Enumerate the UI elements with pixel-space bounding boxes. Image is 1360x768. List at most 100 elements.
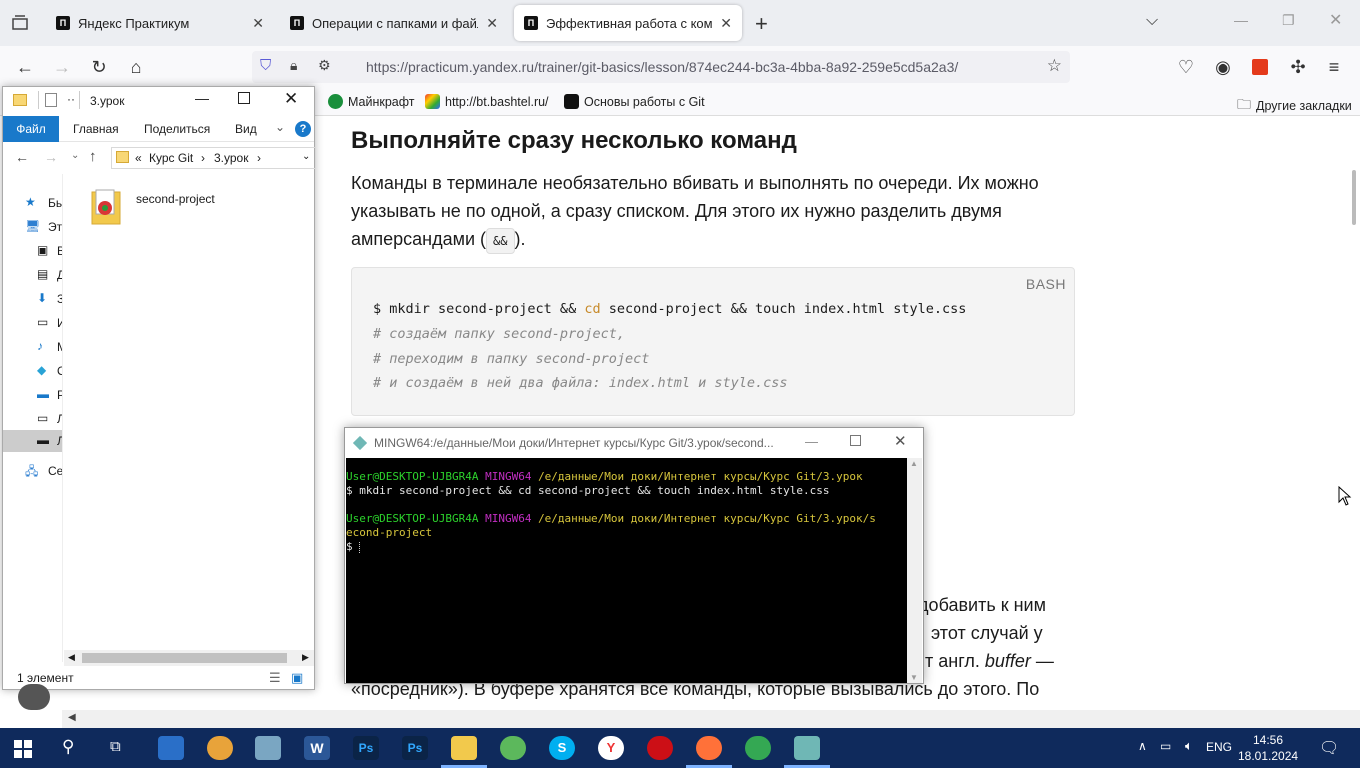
path-segment-3-urok[interactable]: 3.урок bbox=[214, 151, 248, 165]
close-tab-icon[interactable]: ✕ bbox=[252, 15, 264, 32]
other-bookmarks[interactable]: 🗀 Другие закладки bbox=[1237, 94, 1352, 118]
nav-label[interactable]: Л bbox=[57, 412, 62, 426]
scroll-left-icon[interactable]: ◀ bbox=[68, 652, 75, 663]
folder-item-second-project[interactable]: second-project bbox=[86, 186, 286, 228]
task-view-icon[interactable]: ⧉ bbox=[110, 738, 121, 755]
scroll-up-icon[interactable]: ▲ bbox=[910, 459, 918, 468]
scroll-down-icon[interactable]: ▼ bbox=[910, 673, 918, 682]
maximize-icon[interactable] bbox=[850, 435, 861, 446]
photoshop-icon-2[interactable]: Ps bbox=[402, 736, 428, 760]
video-icon[interactable]: ▣ bbox=[37, 243, 57, 259]
ribbon-home-tab[interactable]: Главная bbox=[73, 122, 119, 136]
menu-icon[interactable]: ≡ bbox=[1322, 55, 1346, 79]
minimize-icon[interactable]: — bbox=[1234, 12, 1248, 28]
bookmark-minecraft[interactable]: Майнкрафт bbox=[328, 94, 415, 109]
bookmark-star-icon[interactable]: ☆ bbox=[1047, 56, 1062, 76]
shield-icon[interactable]: ⛉ bbox=[260, 57, 271, 74]
skype-icon[interactable]: S bbox=[549, 736, 575, 760]
path-overflow[interactable]: « bbox=[135, 151, 142, 165]
extension-icon[interactable] bbox=[1252, 59, 1268, 75]
help-icon[interactable]: ? bbox=[295, 121, 311, 137]
3d-objects-icon[interactable]: ◆ bbox=[37, 363, 57, 379]
ribbon-view-tab[interactable]: Вид bbox=[235, 122, 257, 136]
nav-label[interactable]: Л bbox=[57, 434, 62, 448]
close-icon[interactable]: ✕ bbox=[284, 89, 298, 109]
tab-folders-files[interactable]: П Операции с папками и файлами ✕ bbox=[280, 5, 508, 41]
scroll-thumb[interactable] bbox=[82, 653, 287, 663]
file-explorer-icon[interactable] bbox=[451, 736, 477, 760]
nav-label[interactable]: М bbox=[57, 340, 62, 354]
chevron-down-icon[interactable]: ⌵ bbox=[1146, 12, 1158, 30]
close-window-icon[interactable]: ✕ bbox=[1329, 10, 1342, 30]
quick-access-star-icon[interactable]: ★ bbox=[25, 195, 45, 211]
nav-label[interactable]: Бь bbox=[48, 196, 62, 210]
quick-access-more-icon[interactable]: ·· bbox=[67, 92, 75, 106]
ribbon-file-tab[interactable]: Файл bbox=[3, 116, 59, 142]
horizontal-scrollbar[interactable]: ◀ bbox=[62, 710, 1360, 728]
address-bar[interactable]: « Курс Git › 3.урок › ⌄ bbox=[111, 147, 316, 169]
terminal-input-line[interactable]: $ bbox=[346, 540, 907, 554]
language-indicator[interactable]: ENG bbox=[1206, 740, 1232, 754]
nav-label[interactable]: В bbox=[57, 244, 62, 258]
ribbon-share-tab[interactable]: Поделиться bbox=[144, 122, 210, 136]
account-icon[interactable]: ◉ bbox=[1211, 55, 1235, 79]
home-icon[interactable]: ⌂ bbox=[124, 55, 148, 79]
chrome-like-app-icon[interactable] bbox=[207, 736, 233, 760]
drive-icon[interactable]: ▬ bbox=[37, 433, 57, 449]
clock[interactable]: 14:56 18.01.2024 bbox=[1238, 732, 1298, 764]
nav-label[interactable]: Д bbox=[57, 268, 62, 282]
pictures-icon[interactable]: ▭ bbox=[37, 315, 57, 331]
yandex-browser-icon[interactable]: Y bbox=[598, 736, 624, 760]
minimize-icon[interactable]: — bbox=[195, 90, 209, 106]
details-view-icon[interactable]: ☰ bbox=[269, 670, 281, 686]
minimize-icon[interactable]: — bbox=[805, 434, 818, 449]
documents-icon[interactable]: ▤ bbox=[37, 267, 57, 283]
volume-icon[interactable]: 🔈︎ bbox=[1185, 738, 1193, 754]
opera-icon[interactable] bbox=[647, 736, 673, 760]
nav-label[interactable]: Се bbox=[48, 464, 62, 478]
notifications-icon[interactable]: 🗨︎ bbox=[1319, 738, 1339, 758]
word-icon[interactable]: W bbox=[304, 736, 330, 760]
network-icon[interactable]: ▭ bbox=[1160, 739, 1171, 753]
nav-label[interactable]: Эт bbox=[48, 220, 62, 234]
git-bash-icon[interactable] bbox=[794, 736, 820, 760]
path-segment-kurs-git[interactable]: Курс Git bbox=[149, 151, 193, 165]
scroll-left-icon[interactable]: ◀ bbox=[68, 712, 76, 723]
nav-label[interactable]: И bbox=[57, 316, 62, 330]
terminal-scrollbar[interactable]: ▲ ▼ bbox=[907, 458, 922, 683]
new-tab-icon[interactable]: + bbox=[755, 11, 768, 37]
calculator-icon[interactable] bbox=[158, 736, 184, 760]
maximize-icon[interactable] bbox=[238, 92, 250, 104]
explorer-hscrollbar[interactable]: ◀ ▶ bbox=[64, 650, 314, 666]
photoshop-icon[interactable]: Ps bbox=[353, 736, 379, 760]
back-arrow-icon[interactable]: ← bbox=[15, 149, 29, 165]
properties-icon[interactable] bbox=[45, 93, 57, 107]
bookmark-git-basics[interactable]: Основы работы с Git bbox=[564, 94, 705, 109]
permissions-icon[interactable]: ⚙ bbox=[318, 57, 331, 74]
firefox-icon[interactable] bbox=[696, 736, 722, 760]
nav-label[interactable]: З bbox=[57, 292, 62, 306]
close-tab-icon[interactable]: ✕ bbox=[486, 15, 498, 32]
scroll-right-icon[interactable]: ▶ bbox=[302, 652, 309, 663]
tab-yandex-praktikum[interactable]: П Яндекс Практикум ✕ bbox=[46, 5, 274, 41]
close-tab-icon[interactable]: ✕ bbox=[720, 15, 732, 32]
pocket-icon[interactable]: ♡ bbox=[1174, 55, 1198, 79]
up-arrow-icon[interactable]: ↑ bbox=[89, 148, 97, 165]
maximize-icon[interactable]: ❐ bbox=[1282, 12, 1295, 29]
bookmark-bashtel[interactable]: http://bt.bashtel.ru/ bbox=[425, 94, 549, 109]
this-pc-icon[interactable]: 🖥︎ bbox=[25, 219, 45, 235]
nav-label[interactable]: О bbox=[57, 364, 62, 378]
local-disk-icon[interactable]: ▭ bbox=[37, 411, 57, 427]
music-icon[interactable]: ♪ bbox=[37, 339, 57, 355]
url-text[interactable]: https://practicum.yandex.ru/trainer/git-… bbox=[366, 59, 958, 75]
forward-arrow-icon[interactable]: → bbox=[44, 149, 58, 165]
lock-icon[interactable]: 🔒︎ bbox=[290, 57, 297, 74]
desktop-icon[interactable]: ▬ bbox=[37, 387, 57, 403]
recent-locations-icon[interactable]: ⌄ bbox=[71, 150, 79, 161]
chrome-icon[interactable] bbox=[745, 736, 771, 760]
chevron-down-icon[interactable]: ⌄ bbox=[302, 151, 310, 162]
extensions-puzzle-icon[interactable]: ✣ bbox=[1286, 55, 1310, 79]
tab-effective-commands[interactable]: П Эффективная работа с командами ✕ bbox=[514, 5, 742, 41]
tray-chevron-up-icon[interactable]: ∧ bbox=[1138, 739, 1147, 753]
tab-list-icon[interactable] bbox=[10, 13, 30, 33]
